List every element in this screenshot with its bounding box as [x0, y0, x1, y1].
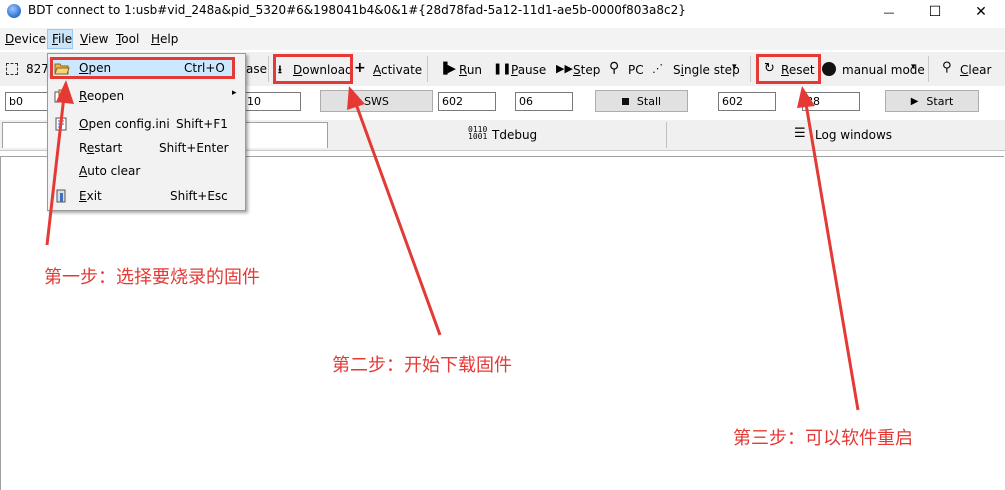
arrow-step2-line: [354, 103, 442, 336]
arrow-step3-head: [797, 86, 815, 108]
arrow-step3-line: [804, 103, 860, 411]
arrow-step1-head: [56, 80, 74, 104]
annotation-step2: 第二步：开始下载固件: [332, 355, 512, 376]
annotation-step1: 第一步：选择要烧录的固件: [44, 267, 260, 288]
annotation-step3: 第三步：可以软件重启: [733, 428, 913, 449]
arrow-step2-head: [347, 86, 365, 110]
arrow-step1-line: [45, 95, 66, 246]
annotation-arrows: [45, 80, 860, 411]
